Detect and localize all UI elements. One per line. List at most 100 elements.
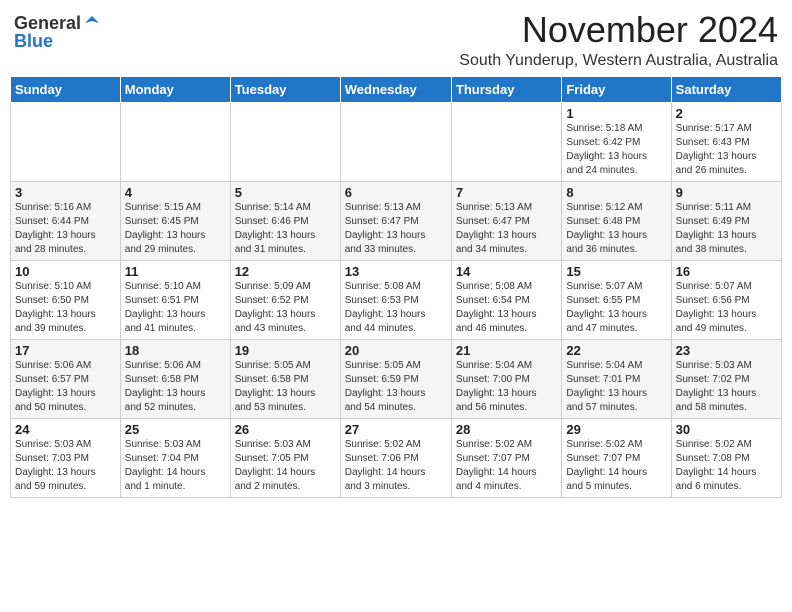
day-number: 28 xyxy=(456,422,557,437)
calendar-cell: 6Sunrise: 5:13 AM Sunset: 6:47 PM Daylig… xyxy=(340,181,451,260)
day-info: Sunrise: 5:13 AM Sunset: 6:47 PM Dayligh… xyxy=(456,201,557,257)
day-info: Sunrise: 5:03 AM Sunset: 7:03 PM Dayligh… xyxy=(15,438,116,494)
calendar-cell xyxy=(11,102,121,181)
day-number: 23 xyxy=(676,343,777,358)
day-info: Sunrise: 5:02 AM Sunset: 7:07 PM Dayligh… xyxy=(566,438,666,494)
day-number: 6 xyxy=(345,185,447,200)
calendar-cell: 2Sunrise: 5:17 AM Sunset: 6:43 PM Daylig… xyxy=(671,102,781,181)
calendar-cell xyxy=(451,102,561,181)
calendar-cell: 16Sunrise: 5:07 AM Sunset: 6:56 PM Dayli… xyxy=(671,260,781,339)
day-info: Sunrise: 5:02 AM Sunset: 7:07 PM Dayligh… xyxy=(456,438,557,494)
day-number: 17 xyxy=(15,343,116,358)
day-info: Sunrise: 5:04 AM Sunset: 7:00 PM Dayligh… xyxy=(456,359,557,415)
day-number: 16 xyxy=(676,264,777,279)
calendar-week-row: 17Sunrise: 5:06 AM Sunset: 6:57 PM Dayli… xyxy=(11,339,782,418)
day-number: 10 xyxy=(15,264,116,279)
calendar-cell: 1Sunrise: 5:18 AM Sunset: 6:42 PM Daylig… xyxy=(562,102,671,181)
calendar-cell: 26Sunrise: 5:03 AM Sunset: 7:05 PM Dayli… xyxy=(230,418,340,497)
calendar-cell: 22Sunrise: 5:04 AM Sunset: 7:01 PM Dayli… xyxy=(562,339,671,418)
day-number: 8 xyxy=(566,185,666,200)
day-number: 22 xyxy=(566,343,666,358)
day-number: 13 xyxy=(345,264,447,279)
calendar-cell: 8Sunrise: 5:12 AM Sunset: 6:48 PM Daylig… xyxy=(562,181,671,260)
day-info: Sunrise: 5:17 AM Sunset: 6:43 PM Dayligh… xyxy=(676,122,777,178)
day-info: Sunrise: 5:05 AM Sunset: 6:58 PM Dayligh… xyxy=(235,359,336,415)
page-header: General Blue November 2024 South Yunderu… xyxy=(10,10,782,70)
day-number: 11 xyxy=(125,264,226,279)
logo-general-text: General xyxy=(14,14,81,32)
day-info: Sunrise: 5:10 AM Sunset: 6:50 PM Dayligh… xyxy=(15,280,116,336)
calendar-cell: 20Sunrise: 5:05 AM Sunset: 6:59 PM Dayli… xyxy=(340,339,451,418)
day-info: Sunrise: 5:12 AM Sunset: 6:48 PM Dayligh… xyxy=(566,201,666,257)
day-info: Sunrise: 5:06 AM Sunset: 6:58 PM Dayligh… xyxy=(125,359,226,415)
day-number: 9 xyxy=(676,185,777,200)
calendar-cell: 15Sunrise: 5:07 AM Sunset: 6:55 PM Dayli… xyxy=(562,260,671,339)
day-info: Sunrise: 5:03 AM Sunset: 7:04 PM Dayligh… xyxy=(125,438,226,494)
calendar-header-row: SundayMondayTuesdayWednesdayThursdayFrid… xyxy=(11,76,782,102)
day-number: 30 xyxy=(676,422,777,437)
day-number: 3 xyxy=(15,185,116,200)
calendar-cell xyxy=(120,102,230,181)
day-info: Sunrise: 5:04 AM Sunset: 7:01 PM Dayligh… xyxy=(566,359,666,415)
day-info: Sunrise: 5:03 AM Sunset: 7:05 PM Dayligh… xyxy=(235,438,336,494)
day-info: Sunrise: 5:16 AM Sunset: 6:44 PM Dayligh… xyxy=(15,201,116,257)
calendar-cell: 19Sunrise: 5:05 AM Sunset: 6:58 PM Dayli… xyxy=(230,339,340,418)
calendar-week-row: 10Sunrise: 5:10 AM Sunset: 6:50 PM Dayli… xyxy=(11,260,782,339)
calendar-header-sunday: Sunday xyxy=(11,76,121,102)
day-number: 18 xyxy=(125,343,226,358)
day-info: Sunrise: 5:06 AM Sunset: 6:57 PM Dayligh… xyxy=(15,359,116,415)
calendar-cell: 14Sunrise: 5:08 AM Sunset: 6:54 PM Dayli… xyxy=(451,260,561,339)
day-info: Sunrise: 5:02 AM Sunset: 7:08 PM Dayligh… xyxy=(676,438,777,494)
logo-flag-icon xyxy=(83,14,101,32)
logo: General Blue xyxy=(14,10,101,50)
day-info: Sunrise: 5:09 AM Sunset: 6:52 PM Dayligh… xyxy=(235,280,336,336)
calendar-cell: 17Sunrise: 5:06 AM Sunset: 6:57 PM Dayli… xyxy=(11,339,121,418)
calendar-cell: 5Sunrise: 5:14 AM Sunset: 6:46 PM Daylig… xyxy=(230,181,340,260)
day-info: Sunrise: 5:08 AM Sunset: 6:53 PM Dayligh… xyxy=(345,280,447,336)
calendar-cell: 25Sunrise: 5:03 AM Sunset: 7:04 PM Dayli… xyxy=(120,418,230,497)
calendar-cell: 18Sunrise: 5:06 AM Sunset: 6:58 PM Dayli… xyxy=(120,339,230,418)
calendar-cell: 12Sunrise: 5:09 AM Sunset: 6:52 PM Dayli… xyxy=(230,260,340,339)
calendar-table: SundayMondayTuesdayWednesdayThursdayFrid… xyxy=(10,76,782,498)
calendar-cell xyxy=(340,102,451,181)
day-number: 12 xyxy=(235,264,336,279)
day-number: 21 xyxy=(456,343,557,358)
calendar-cell: 23Sunrise: 5:03 AM Sunset: 7:02 PM Dayli… xyxy=(671,339,781,418)
day-number: 25 xyxy=(125,422,226,437)
location-subtitle: South Yunderup, Western Australia, Austr… xyxy=(459,52,778,70)
logo-blue-text: Blue xyxy=(14,32,53,50)
calendar-cell: 10Sunrise: 5:10 AM Sunset: 6:50 PM Dayli… xyxy=(11,260,121,339)
day-info: Sunrise: 5:02 AM Sunset: 7:06 PM Dayligh… xyxy=(345,438,447,494)
calendar-cell: 24Sunrise: 5:03 AM Sunset: 7:03 PM Dayli… xyxy=(11,418,121,497)
day-info: Sunrise: 5:14 AM Sunset: 6:46 PM Dayligh… xyxy=(235,201,336,257)
calendar-week-row: 1Sunrise: 5:18 AM Sunset: 6:42 PM Daylig… xyxy=(11,102,782,181)
day-info: Sunrise: 5:07 AM Sunset: 6:56 PM Dayligh… xyxy=(676,280,777,336)
calendar-cell: 7Sunrise: 5:13 AM Sunset: 6:47 PM Daylig… xyxy=(451,181,561,260)
day-number: 20 xyxy=(345,343,447,358)
day-number: 19 xyxy=(235,343,336,358)
calendar-header-wednesday: Wednesday xyxy=(340,76,451,102)
day-number: 26 xyxy=(235,422,336,437)
calendar-cell: 11Sunrise: 5:10 AM Sunset: 6:51 PM Dayli… xyxy=(120,260,230,339)
calendar-cell: 9Sunrise: 5:11 AM Sunset: 6:49 PM Daylig… xyxy=(671,181,781,260)
calendar-cell: 27Sunrise: 5:02 AM Sunset: 7:06 PM Dayli… xyxy=(340,418,451,497)
day-number: 24 xyxy=(15,422,116,437)
calendar-cell: 4Sunrise: 5:15 AM Sunset: 6:45 PM Daylig… xyxy=(120,181,230,260)
calendar-cell: 13Sunrise: 5:08 AM Sunset: 6:53 PM Dayli… xyxy=(340,260,451,339)
day-number: 2 xyxy=(676,106,777,121)
day-number: 5 xyxy=(235,185,336,200)
calendar-cell: 29Sunrise: 5:02 AM Sunset: 7:07 PM Dayli… xyxy=(562,418,671,497)
day-number: 29 xyxy=(566,422,666,437)
calendar-cell: 28Sunrise: 5:02 AM Sunset: 7:07 PM Dayli… xyxy=(451,418,561,497)
calendar-cell xyxy=(230,102,340,181)
day-info: Sunrise: 5:10 AM Sunset: 6:51 PM Dayligh… xyxy=(125,280,226,336)
calendar-header-saturday: Saturday xyxy=(671,76,781,102)
calendar-cell: 30Sunrise: 5:02 AM Sunset: 7:08 PM Dayli… xyxy=(671,418,781,497)
calendar-header-thursday: Thursday xyxy=(451,76,561,102)
day-number: 1 xyxy=(566,106,666,121)
day-info: Sunrise: 5:08 AM Sunset: 6:54 PM Dayligh… xyxy=(456,280,557,336)
calendar-week-row: 24Sunrise: 5:03 AM Sunset: 7:03 PM Dayli… xyxy=(11,418,782,497)
title-block: November 2024 South Yunderup, Western Au… xyxy=(459,10,778,70)
day-info: Sunrise: 5:15 AM Sunset: 6:45 PM Dayligh… xyxy=(125,201,226,257)
day-info: Sunrise: 5:18 AM Sunset: 6:42 PM Dayligh… xyxy=(566,122,666,178)
